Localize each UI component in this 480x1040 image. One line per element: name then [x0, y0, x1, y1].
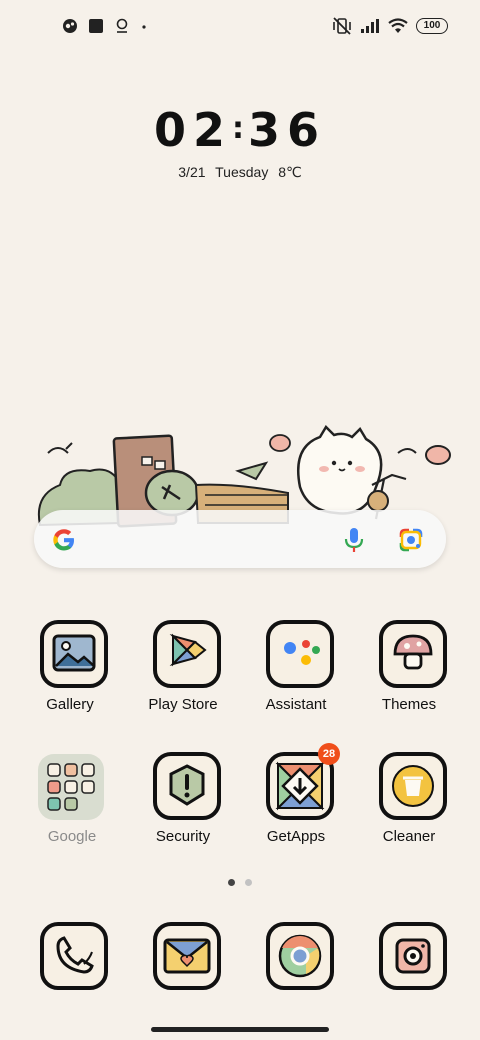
messages-icon — [153, 922, 221, 990]
vibrate-off-icon — [333, 17, 351, 35]
assistant-icon — [266, 620, 334, 688]
clock-widget[interactable]: 02:36 — [0, 103, 480, 157]
date-weather[interactable]: 3/21 Tuesday 8℃ — [0, 164, 480, 181]
home-indicator[interactable] — [151, 1027, 329, 1032]
chrome-icon — [266, 922, 334, 990]
google-folder-icon — [38, 754, 104, 820]
notification-badge: 28 — [318, 743, 340, 765]
app-getapps[interactable]: 28 GetApps — [250, 743, 350, 862]
signal-bars-icon — [361, 19, 379, 33]
cleaner-icon — [379, 752, 447, 820]
page-dot-2[interactable] — [245, 879, 252, 886]
folder-label: Google — [47, 828, 97, 845]
security-icon — [153, 752, 221, 820]
folder-google[interactable]: Google — [20, 752, 120, 862]
app-label: Security — [155, 828, 211, 845]
dot-icon — [142, 25, 146, 29]
page-indicator[interactable] — [228, 879, 252, 886]
app-label: Gallery — [46, 696, 94, 713]
app-security[interactable]: Security — [137, 752, 237, 862]
themes-icon — [379, 620, 447, 688]
microphone-icon[interactable] — [343, 526, 365, 554]
square-notification-icon — [89, 19, 103, 33]
clock-minutes: 36 — [248, 103, 327, 157]
dock-camera[interactable] — [363, 922, 463, 1032]
gallery-icon — [40, 620, 108, 688]
play-store-icon — [153, 620, 221, 688]
camera-icon — [379, 922, 447, 990]
app-themes[interactable]: Themes — [363, 620, 463, 730]
dock-phone[interactable] — [24, 922, 124, 1032]
app-label: GetApps — [266, 828, 326, 845]
google-lens-icon[interactable] — [398, 527, 424, 553]
app-cleaner[interactable]: Cleaner — [363, 752, 463, 862]
phone-icon — [40, 922, 108, 990]
google-g-icon — [53, 529, 74, 551]
google-search-bar[interactable] — [34, 510, 446, 568]
dock-messages[interactable] — [137, 922, 237, 1032]
battery-indicator: 100 — [416, 18, 448, 34]
app-gallery[interactable]: Gallery — [24, 620, 124, 730]
location-pin-icon — [116, 18, 128, 33]
status-bar: 100 — [0, 0, 480, 56]
app-label: Play Store — [148, 696, 218, 713]
clock-hours: 02 — [153, 103, 232, 157]
app-label: Assistant — [265, 696, 327, 713]
app-label: Themes — [381, 696, 437, 713]
page-dot-1[interactable] — [228, 879, 235, 886]
app-assistant[interactable]: Assistant — [250, 620, 350, 730]
dock-chrome[interactable] — [250, 922, 350, 1032]
clock-separator: : — [232, 111, 248, 146]
app-play-store[interactable]: Play Store — [137, 620, 237, 730]
wifi-icon — [388, 18, 408, 33]
app-label: Cleaner — [382, 828, 436, 845]
incognito-icon — [63, 19, 77, 33]
